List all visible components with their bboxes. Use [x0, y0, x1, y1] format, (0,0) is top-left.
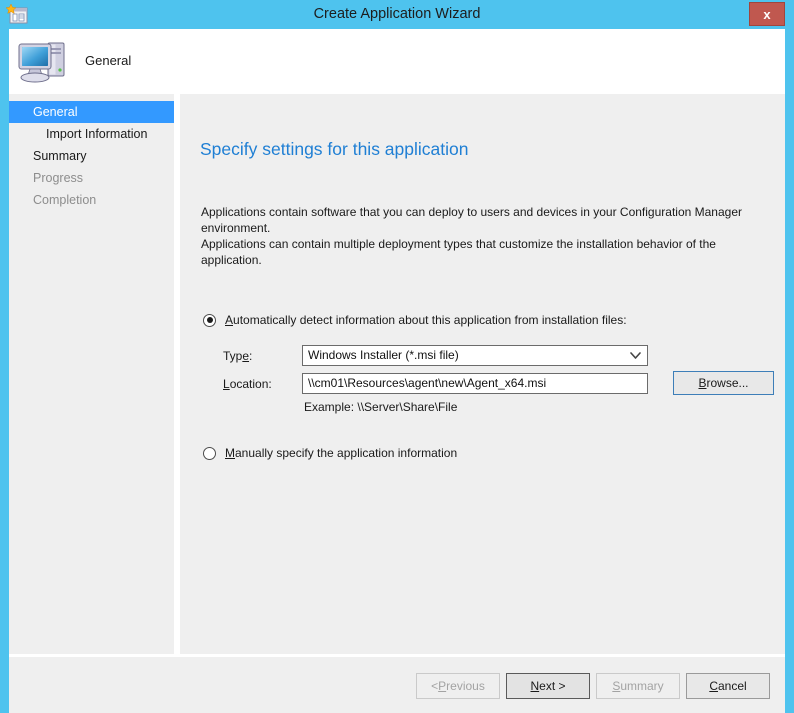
intro-line-2: Applications can contain multiple deploy…: [201, 237, 716, 267]
previous-button-accelerator: P: [438, 679, 446, 693]
location-input[interactable]: \\cm01\Resources\agent\new\Agent_x64.msi: [302, 373, 648, 394]
location-field-label: Location:: [223, 377, 272, 391]
summary-button: Summary: [596, 673, 680, 699]
next-button-text: ext >: [539, 679, 565, 693]
cancel-button[interactable]: Cancel: [686, 673, 770, 699]
sidebar-item-completion: Completion: [9, 189, 174, 211]
type-select[interactable]: Windows Installer (*.msi file): [302, 345, 648, 366]
intro-description: Applications contain software that you c…: [201, 204, 761, 268]
sidebar-item-summary[interactable]: Summary: [9, 145, 174, 167]
wizard-page-name: General: [85, 53, 131, 68]
wizard-step-sidebar: General Import Information Summary Progr…: [9, 94, 177, 654]
radio-auto-detect-label[interactable]: Automatically detect information about t…: [225, 313, 627, 327]
browse-button-text: rowse...: [707, 376, 749, 390]
radio-manual-text: anually specify the application informat…: [235, 446, 457, 460]
wizard-client-area: General General Import Information Summa…: [9, 29, 785, 690]
location-label-accelerator: L: [223, 377, 230, 391]
previous-button-text: revious: [446, 679, 485, 693]
close-button[interactable]: x: [749, 2, 785, 26]
radio-auto-detect-row[interactable]: Automatically detect information about t…: [203, 313, 627, 327]
sidebar-item-import-information[interactable]: Import Information: [9, 123, 174, 145]
type-label-pre: Typ: [223, 349, 242, 363]
summary-button-accelerator: S: [612, 679, 620, 693]
sidebar-item-general[interactable]: General: [9, 101, 174, 123]
wizard-footer: < Previous Next > Summary Cancel: [9, 657, 785, 713]
cancel-button-text: ancel: [718, 679, 747, 693]
page-title: Specify settings for this application: [200, 139, 468, 160]
type-field-label: Type:: [223, 349, 252, 363]
wizard-window: Create Application Wizard x: [0, 0, 794, 700]
location-example-hint: Example: \\Server\Share\File: [304, 400, 457, 414]
type-label-post: :: [249, 349, 252, 363]
wizard-document-icon: [6, 4, 28, 25]
intro-line-1: Applications contain software that you c…: [201, 205, 742, 235]
cancel-button-accelerator: C: [709, 679, 718, 693]
location-label-text: ocation:: [230, 377, 272, 391]
chevron-down-icon: [630, 346, 641, 365]
radio-auto-detect-text: utomatically detect information about th…: [233, 313, 627, 327]
sidebar-item-progress: Progress: [9, 167, 174, 189]
close-icon: x: [763, 8, 770, 21]
radio-auto-detect-mark[interactable]: [203, 314, 216, 327]
radio-auto-detect-accelerator: A: [225, 313, 233, 327]
location-input-value: \\cm01\Resources\agent\new\Agent_x64.msi: [308, 374, 546, 393]
radio-manual-mark[interactable]: [203, 447, 216, 460]
summary-button-text: ummary: [620, 679, 663, 693]
radio-manual-accelerator: M: [225, 446, 235, 460]
radio-manual-row[interactable]: Manually specify the application informa…: [203, 446, 457, 460]
radio-manual-label[interactable]: Manually specify the application informa…: [225, 446, 457, 460]
previous-button-pre: <: [431, 679, 438, 693]
browse-button[interactable]: Browse...: [673, 371, 774, 395]
window-title: Create Application Wizard: [0, 0, 794, 29]
wizard-content-panel: Specify settings for this application Ap…: [180, 94, 785, 654]
computer-monitor-icon: [15, 35, 71, 87]
next-button[interactable]: Next >: [506, 673, 590, 699]
wizard-header: General: [9, 29, 785, 94]
type-select-value: Windows Installer (*.msi file): [308, 346, 459, 365]
title-bar: Create Application Wizard x: [0, 0, 794, 29]
next-button-accelerator: N: [530, 679, 539, 693]
browse-button-accelerator: B: [698, 376, 706, 390]
previous-button: < Previous: [416, 673, 500, 699]
